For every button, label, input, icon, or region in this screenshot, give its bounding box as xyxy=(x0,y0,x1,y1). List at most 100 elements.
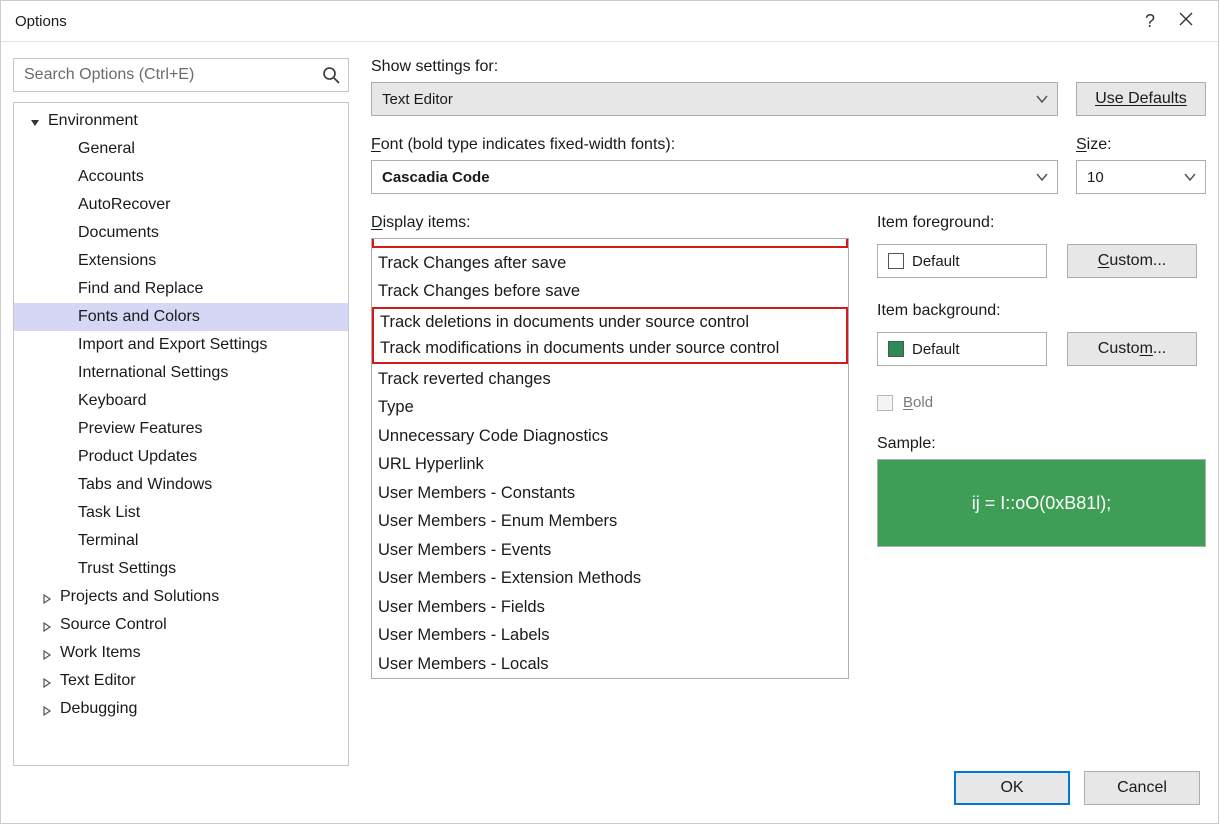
tree-item-fonts-colors[interactable]: Fonts and Colors xyxy=(14,303,348,331)
sidebar: Environment General Accounts AutoRecover… xyxy=(13,58,349,766)
tree-item-documents[interactable]: Documents xyxy=(14,219,348,247)
tree-label: Documents xyxy=(78,224,159,242)
caret-right-icon xyxy=(42,703,54,715)
tree-item-work-items[interactable]: Work Items xyxy=(14,639,348,667)
show-settings-label: Show settings for: xyxy=(371,58,1058,76)
cancel-label: Cancel xyxy=(1117,779,1167,797)
tree-item-trust[interactable]: Trust Settings xyxy=(14,555,348,583)
tree-label: Environment xyxy=(48,112,138,130)
chevron-down-icon xyxy=(1035,92,1049,110)
list-item[interactable]: Track reverted changes xyxy=(372,365,848,394)
search-icon xyxy=(322,66,340,84)
chevron-down-icon xyxy=(1183,170,1197,188)
list-item[interactable]: Unnecessary Code Diagnostics xyxy=(372,422,848,451)
item-fg-dropdown[interactable]: Default xyxy=(877,244,1047,278)
item-fg-value: Default xyxy=(912,253,960,270)
list-item[interactable]: Track Changes before save xyxy=(372,277,848,306)
tree-item-debugging[interactable]: Debugging xyxy=(14,695,348,723)
caret-right-icon xyxy=(42,647,54,659)
tree-label: Trust Settings xyxy=(78,560,176,578)
size-label: Size: xyxy=(1076,136,1206,154)
tree-item-projects[interactable]: Projects and Solutions xyxy=(14,583,348,611)
tree-label: Work Items xyxy=(60,644,141,662)
item-bg-label: Item background: xyxy=(877,302,1206,320)
tree-item-import-export[interactable]: Import and Export Settings xyxy=(14,331,348,359)
bold-label: Bold xyxy=(903,394,933,411)
tree-item-autorecover[interactable]: AutoRecover xyxy=(14,191,348,219)
display-items-list[interactable]: Tracepoint (Error) Tracepoint (Warning) … xyxy=(371,238,849,679)
fg-custom-button[interactable]: Custom... xyxy=(1067,244,1197,278)
tree-item-keyboard[interactable]: Keyboard xyxy=(14,387,348,415)
help-icon[interactable]: ? xyxy=(1132,11,1168,32)
item-fg-label: Item foreground: xyxy=(877,214,1206,232)
cancel-button[interactable]: Cancel xyxy=(1084,771,1200,805)
ok-button[interactable]: OK xyxy=(954,771,1070,805)
font-value: Cascadia Code xyxy=(382,169,490,186)
caret-down-icon xyxy=(30,115,42,127)
tree-label: Find and Replace xyxy=(78,280,203,298)
font-dropdown[interactable]: Cascadia Code xyxy=(371,160,1058,194)
tree-item-text-editor[interactable]: Text Editor xyxy=(14,667,348,695)
tree-item-international[interactable]: International Settings xyxy=(14,359,348,387)
window-title: Options xyxy=(15,13,1132,30)
tree-item-product-updates[interactable]: Product Updates xyxy=(14,443,348,471)
sample-preview: ij = I::oO(0xB81l); xyxy=(877,459,1206,547)
bg-custom-button[interactable]: Custom... xyxy=(1067,332,1197,366)
search-input[interactable] xyxy=(14,59,348,91)
list-item[interactable]: User Members - Extension Methods xyxy=(372,564,848,593)
tree-item-task-list[interactable]: Task List xyxy=(14,499,348,527)
settings-panel: Show settings for: Text Editor Use Defau… xyxy=(371,58,1206,766)
sample-label: Sample: xyxy=(877,435,1206,453)
tree-item-preview[interactable]: Preview Features xyxy=(14,415,348,443)
tree-item-terminal[interactable]: Terminal xyxy=(14,527,348,555)
show-settings-dropdown[interactable]: Text Editor xyxy=(371,82,1058,116)
list-item[interactable]: Type xyxy=(372,393,848,422)
tree-item-extensions[interactable]: Extensions xyxy=(14,247,348,275)
search-input-wrap[interactable] xyxy=(13,58,349,92)
tree-label: Import and Export Settings xyxy=(78,336,267,354)
font-label: Font (bold type indicates fixed-width fo… xyxy=(371,136,1058,154)
list-item[interactable]: URL Hyperlink xyxy=(372,450,848,479)
list-item[interactable]: User Members - Labels xyxy=(372,621,848,650)
tree-item-find-replace[interactable]: Find and Replace xyxy=(14,275,348,303)
list-item[interactable]: User Members - Locals xyxy=(372,650,848,679)
tree-label: Preview Features xyxy=(78,420,203,438)
list-item[interactable]: User Members - Events xyxy=(372,536,848,565)
use-defaults-button[interactable]: Use Defaults xyxy=(1076,82,1206,116)
tree-label: Fonts and Colors xyxy=(78,308,200,326)
caret-right-icon xyxy=(42,591,54,603)
list-item[interactable]: User Members - Enum Members xyxy=(372,507,848,536)
close-icon[interactable] xyxy=(1168,12,1204,30)
tree-item-tabs-windows[interactable]: Tabs and Windows xyxy=(14,471,348,499)
tree-label: Debugging xyxy=(60,700,137,718)
tree-label: General xyxy=(78,140,135,158)
size-value: 10 xyxy=(1087,169,1104,186)
tree-label: Accounts xyxy=(78,168,144,186)
item-bg-dropdown[interactable]: Default xyxy=(877,332,1047,366)
tree-label: Task List xyxy=(78,504,140,522)
color-swatch xyxy=(888,341,904,357)
display-items-label: Display items: xyxy=(371,214,849,232)
list-item[interactable]: User Members - Fields xyxy=(372,593,848,622)
tree-item-environment[interactable]: Environment xyxy=(14,107,348,135)
tree-item-accounts[interactable]: Accounts xyxy=(14,163,348,191)
list-item[interactable]: Track additions in documents under sourc… xyxy=(378,238,842,246)
size-dropdown[interactable]: 10 xyxy=(1076,160,1206,194)
tree-label: Product Updates xyxy=(78,448,197,466)
bold-checkbox[interactable] xyxy=(877,395,893,411)
ok-label: OK xyxy=(1000,779,1023,797)
show-settings-value: Text Editor xyxy=(382,91,453,108)
list-item[interactable]: Track modifications in documents under s… xyxy=(378,335,842,362)
tree-item-source-control[interactable]: Source Control xyxy=(14,611,348,639)
list-item[interactable]: User Members - Constants xyxy=(372,479,848,508)
sample-text: ij = I::oO(0xB81l); xyxy=(972,493,1112,514)
list-item[interactable]: Track Changes after save xyxy=(372,249,848,278)
caret-right-icon xyxy=(42,619,54,631)
custom-label: Custom... xyxy=(1098,252,1166,270)
highlighted-group: Track deletions in documents under sourc… xyxy=(372,307,848,364)
chevron-down-icon xyxy=(1035,170,1049,188)
tree-item-general[interactable]: General xyxy=(14,135,348,163)
list-item[interactable]: Track deletions in documents under sourc… xyxy=(378,309,842,336)
options-tree[interactable]: Environment General Accounts AutoRecover… xyxy=(13,102,349,766)
tree-label: Source Control xyxy=(60,616,167,634)
